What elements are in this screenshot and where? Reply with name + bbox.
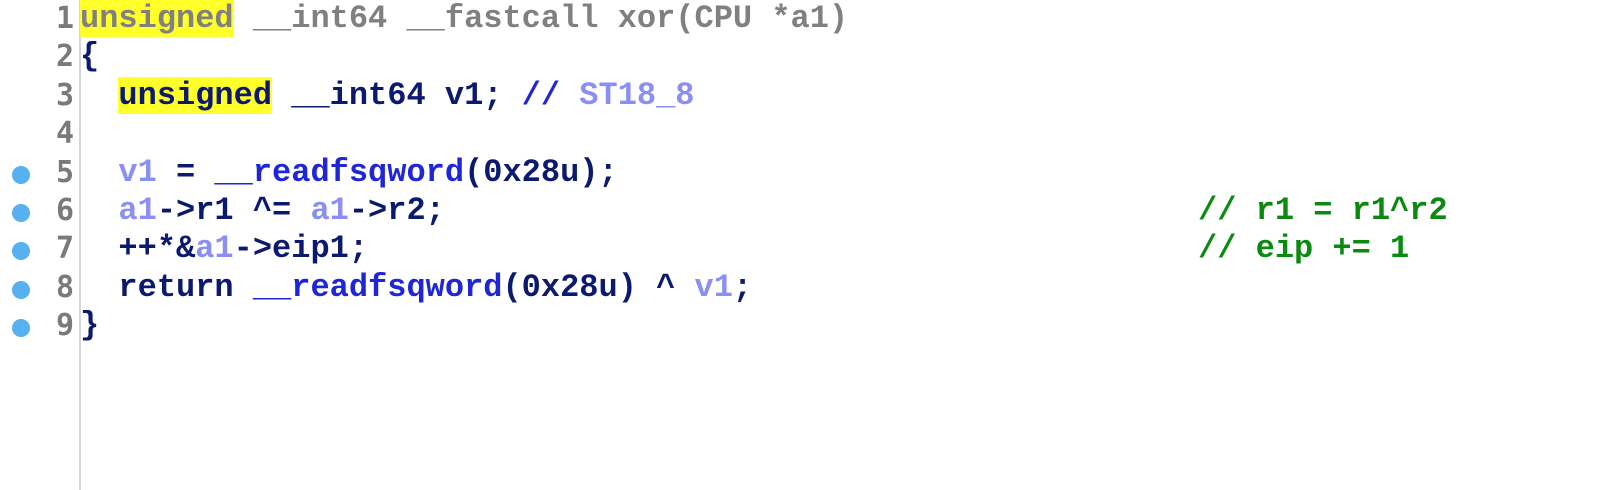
code-token[interactable]: ; (733, 269, 752, 306)
code-text[interactable]: return __readfsqword(0x28u) ^ v1; (80, 269, 752, 307)
code-text[interactable]: v1 = __readfsqword(0x28u); (80, 154, 618, 192)
code-token[interactable]: v1 (118, 154, 156, 191)
code-line[interactable]: 5 v1 = __readfsqword(0x28u); (0, 154, 1618, 194)
code-line[interactable]: 3 unsigned __int64 v1; // ST18_8 (0, 76, 1618, 117)
code-token[interactable]: ST18_8 (579, 77, 694, 114)
line-number: 8 (55, 269, 74, 305)
code-text[interactable]: } (80, 307, 99, 345)
code-token[interactable]: return (118, 269, 252, 306)
code-token[interactable]: } (80, 307, 99, 344)
code-token[interactable]: __int64 v1; (272, 77, 522, 114)
breakpoint-dot-icon[interactable] (12, 319, 30, 338)
code-text[interactable]: unsigned __int64 v1; // ST18_8 (80, 76, 695, 115)
code-token[interactable]: __int64 __fastcall xor(CPU *a1) (234, 0, 848, 37)
code-token[interactable]: (0x28u) ^ (502, 269, 694, 306)
code-text[interactable]: a1->r1 ^= a1->r2; (80, 192, 445, 230)
code-line[interactable]: 4 (0, 115, 1618, 155)
code-token[interactable]: a1 (310, 192, 348, 229)
code-token[interactable]: (0x28u); (464, 154, 618, 191)
line-number: 1 (55, 1, 74, 36)
line-number: 7 (55, 231, 74, 267)
code-comment: // r1 = r1^r2 (1198, 192, 1448, 229)
code-token[interactable] (80, 154, 118, 191)
code-line[interactable]: 1 unsigned __int64 __fastcall xor(CPU *a1… (0, 0, 1618, 40)
line-number: 2 (55, 39, 74, 75)
breakpoint-dot-icon[interactable] (12, 242, 30, 261)
highlighted-token[interactable]: unsigned (80, 0, 234, 37)
breakpoint-dot-icon[interactable] (12, 280, 30, 299)
line-number: 5 (55, 154, 74, 190)
code-token[interactable]: ->r2; (349, 192, 445, 229)
code-token[interactable]: a1 (195, 230, 233, 267)
code-line[interactable]: 9} (0, 307, 1618, 347)
pseudocode-view[interactable]: 1 unsigned __int64 __fastcall xor(CPU *a1… (0, 0, 1618, 490)
code-token[interactable] (80, 192, 118, 229)
code-text[interactable]: { (80, 38, 99, 76)
code-token[interactable]: __readfsqword (214, 154, 464, 191)
code-token[interactable]: ->r1 ^= (157, 192, 311, 229)
code-token[interactable]: v1 (695, 269, 733, 306)
code-text[interactable]: unsigned __int64 __fastcall xor(CPU *a1) (80, 0, 848, 38)
code-line[interactable]: 7 ++*&a1->eip1; // eip += 1 (0, 230, 1618, 270)
code-token[interactable]: ->eip1; (234, 230, 368, 267)
highlighted-token[interactable]: unsigned (118, 76, 273, 114)
code-token[interactable]: = (157, 154, 215, 191)
line-number: 3 (55, 77, 74, 113)
code-line[interactable]: 8 return __readfsqword(0x28u) ^ v1; (0, 269, 1618, 309)
code-token[interactable]: a1 (118, 192, 156, 229)
code-token[interactable]: ++*& (118, 230, 195, 267)
code-line[interactable]: 2{ (0, 38, 1618, 78)
code-comment: // eip += 1 (1198, 230, 1410, 268)
breakpoint-dot-icon[interactable] (12, 204, 30, 222)
line-number: 4 (55, 116, 74, 152)
code-token[interactable]: // (522, 77, 580, 114)
line-number: 9 (55, 308, 74, 344)
code-token[interactable] (80, 230, 118, 267)
code-token[interactable] (80, 269, 118, 306)
code-token[interactable] (80, 77, 118, 114)
code-token[interactable]: __readfsqword (253, 269, 503, 306)
breakpoint-dot-icon[interactable] (12, 165, 30, 184)
line-number: 6 (55, 193, 74, 228)
code-text[interactable]: ++*&a1->eip1; (80, 230, 368, 268)
code-line[interactable]: 6 a1->r1 ^= a1->r2;// r1 = r1^r2 (0, 192, 1618, 232)
code-token[interactable]: { (80, 38, 99, 75)
